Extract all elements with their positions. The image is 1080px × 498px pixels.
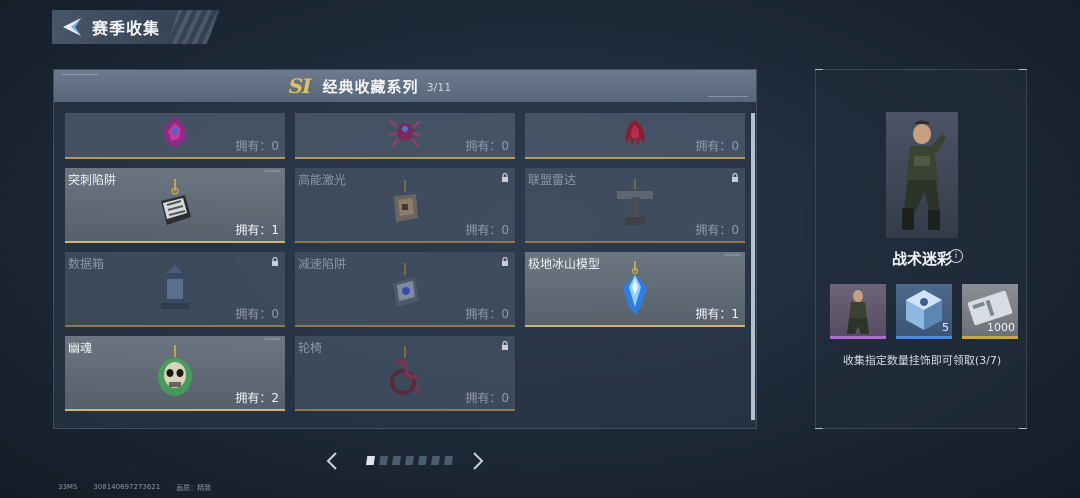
page-dot[interactable]: [418, 456, 427, 465]
graphics-quality: 画质：精致: [176, 484, 212, 492]
item-name: 极地冰山模型: [528, 257, 601, 271]
collection-card[interactable]: 拥有：0: [525, 113, 745, 159]
page-dot[interactable]: [431, 456, 440, 465]
lock-icon: [502, 341, 508, 350]
card-corner-deco: [265, 170, 281, 172]
scrollbar-thumb[interactable]: [751, 113, 755, 420]
chevron-right-icon: [473, 452, 484, 470]
lock-icon: [502, 173, 508, 182]
panel-corner-tick: [815, 69, 823, 70]
item-name: 减速陷阱: [298, 257, 347, 271]
reward-quantity: 1000: [987, 321, 1015, 334]
item-name: 突刺陷阱: [68, 173, 117, 187]
item-name: 高能激光: [298, 173, 347, 187]
panel-corner-tick: [1019, 428, 1027, 429]
owned-count: 拥有：0: [465, 307, 509, 321]
collection-card-data-box[interactable]: 数据箱 拥有：0: [65, 252, 285, 327]
collection-card-polar-iceberg[interactable]: 极地冰山模型 拥有：1: [525, 252, 745, 327]
collection-card-ghost[interactable]: 幽魂 拥有：2: [65, 336, 285, 411]
page-dot[interactable]: [405, 456, 414, 465]
info-icon[interactable]: i: [949, 249, 963, 263]
series-title: 经典收藏系列: [322, 77, 419, 96]
collection-card-spike-trap[interactable]: 突刺陷阱 拥有：1: [65, 168, 285, 243]
alliance-radar-charm-icon: [617, 178, 653, 225]
owned-count: 拥有：0: [465, 223, 509, 237]
ghost-skull-charm-icon: [158, 344, 192, 396]
reward-character-portrait[interactable]: [886, 112, 958, 238]
series-header: SI 经典收藏系列 3/11: [54, 70, 756, 102]
page-indicator: [366, 456, 453, 465]
panel-corner-tick: [815, 428, 823, 429]
back-button[interactable]: [52, 10, 92, 44]
collection-card-slow-trap[interactable]: 减速陷阱 拥有：0: [295, 252, 515, 327]
spider-charm-icon: [388, 120, 422, 148]
pagination: [322, 448, 492, 474]
owned-count: 拥有：0: [465, 139, 509, 153]
owned-count: 拥有：1: [235, 223, 279, 237]
header-deco-line: [708, 94, 748, 97]
collection-card-energy-laser[interactable]: 高能激光 拥有：0: [295, 168, 515, 243]
card-corner-deco: [725, 254, 741, 256]
lock-icon: [732, 173, 738, 182]
spike-trap-charm-icon: [161, 178, 191, 225]
owned-count: 拥有：0: [235, 139, 279, 153]
series-progress: 3/11: [426, 80, 452, 94]
collection-panel: SI 经典收藏系列 3/11 拥有：0 拥有：0 拥有：0 突刺陷阱 拥有：1 …: [53, 69, 757, 429]
card-corner-deco: [265, 338, 281, 340]
header-deco-line: [62, 74, 98, 77]
owned-count: 拥有：0: [235, 307, 279, 321]
item-name: 数据箱: [68, 257, 105, 271]
lock-icon: [272, 257, 278, 266]
collection-card-wheelchair[interactable]: 轮椅 拥有：0: [295, 336, 515, 411]
reward-item-skin[interactable]: [830, 284, 886, 339]
page-dot[interactable]: [392, 456, 401, 465]
ping-value: 33MS: [58, 483, 78, 491]
page-dot[interactable]: [444, 456, 453, 465]
reward-panel: 战术迷彩 i 5 1000 收集指定数量挂饰即可领取(3/7): [815, 69, 1027, 429]
chevron-left-icon: [326, 452, 337, 470]
wheelchair-charm-icon: [390, 345, 421, 395]
slow-trap-charm-icon: [393, 262, 419, 307]
iceberg-crystal-charm-icon: [623, 260, 647, 315]
reward-item-crate[interactable]: 5: [896, 284, 952, 339]
reward-name: 战术迷彩: [891, 250, 952, 268]
reward-condition-text: 收集指定数量挂饰即可领取(3/7): [842, 354, 1002, 367]
grid-scrollbar[interactable]: [751, 113, 755, 420]
next-page-button[interactable]: [468, 448, 488, 474]
character-skin-thumbnail-icon: [847, 290, 869, 334]
collection-card-alliance-radar[interactable]: 联盟雷达 拥有：0: [525, 168, 745, 243]
reward-quantity: 5: [942, 321, 949, 334]
collection-card[interactable]: 拥有：0: [295, 113, 515, 159]
season-badge: SI: [288, 74, 312, 98]
red-tentacle-charm-icon: [625, 120, 645, 147]
energy-laser-charm-icon: [394, 179, 418, 222]
back-arrow-icon: [63, 18, 81, 36]
player-id: 308140697273621: [93, 483, 161, 491]
collection-card[interactable]: 拥有：0: [65, 113, 285, 159]
reward-item-ticket[interactable]: 1000: [962, 284, 1018, 339]
owned-count: 拥有：0: [695, 223, 739, 237]
item-name: 联盟雷达: [528, 173, 577, 187]
purple-creature-charm-icon: [163, 117, 187, 148]
page-title: 赛季收集: [92, 19, 161, 38]
owned-count: 拥有：2: [235, 391, 279, 405]
prev-page-button[interactable]: [322, 448, 342, 474]
item-name: 幽魂: [68, 341, 93, 355]
owned-count: 拥有：0: [465, 391, 509, 405]
lock-icon: [502, 257, 508, 266]
page-dot[interactable]: [366, 456, 375, 465]
owned-count: 拥有：0: [695, 139, 739, 153]
item-name: 轮椅: [298, 341, 323, 355]
character-skin-image: [902, 120, 946, 230]
collection-grid: 拥有：0 拥有：0 拥有：0 突刺陷阱 拥有：1 高能激光 拥有：0 联盟雷达 …: [65, 113, 747, 411]
data-box-charm-icon: [161, 264, 189, 309]
owned-count: 拥有：1: [695, 307, 739, 321]
page-dot[interactable]: [379, 456, 388, 465]
reward-items: 5 1000: [830, 284, 1018, 339]
status-footer: 33MS 308140697273621 画质：精致: [58, 483, 211, 493]
panel-corner-tick: [1019, 69, 1027, 70]
